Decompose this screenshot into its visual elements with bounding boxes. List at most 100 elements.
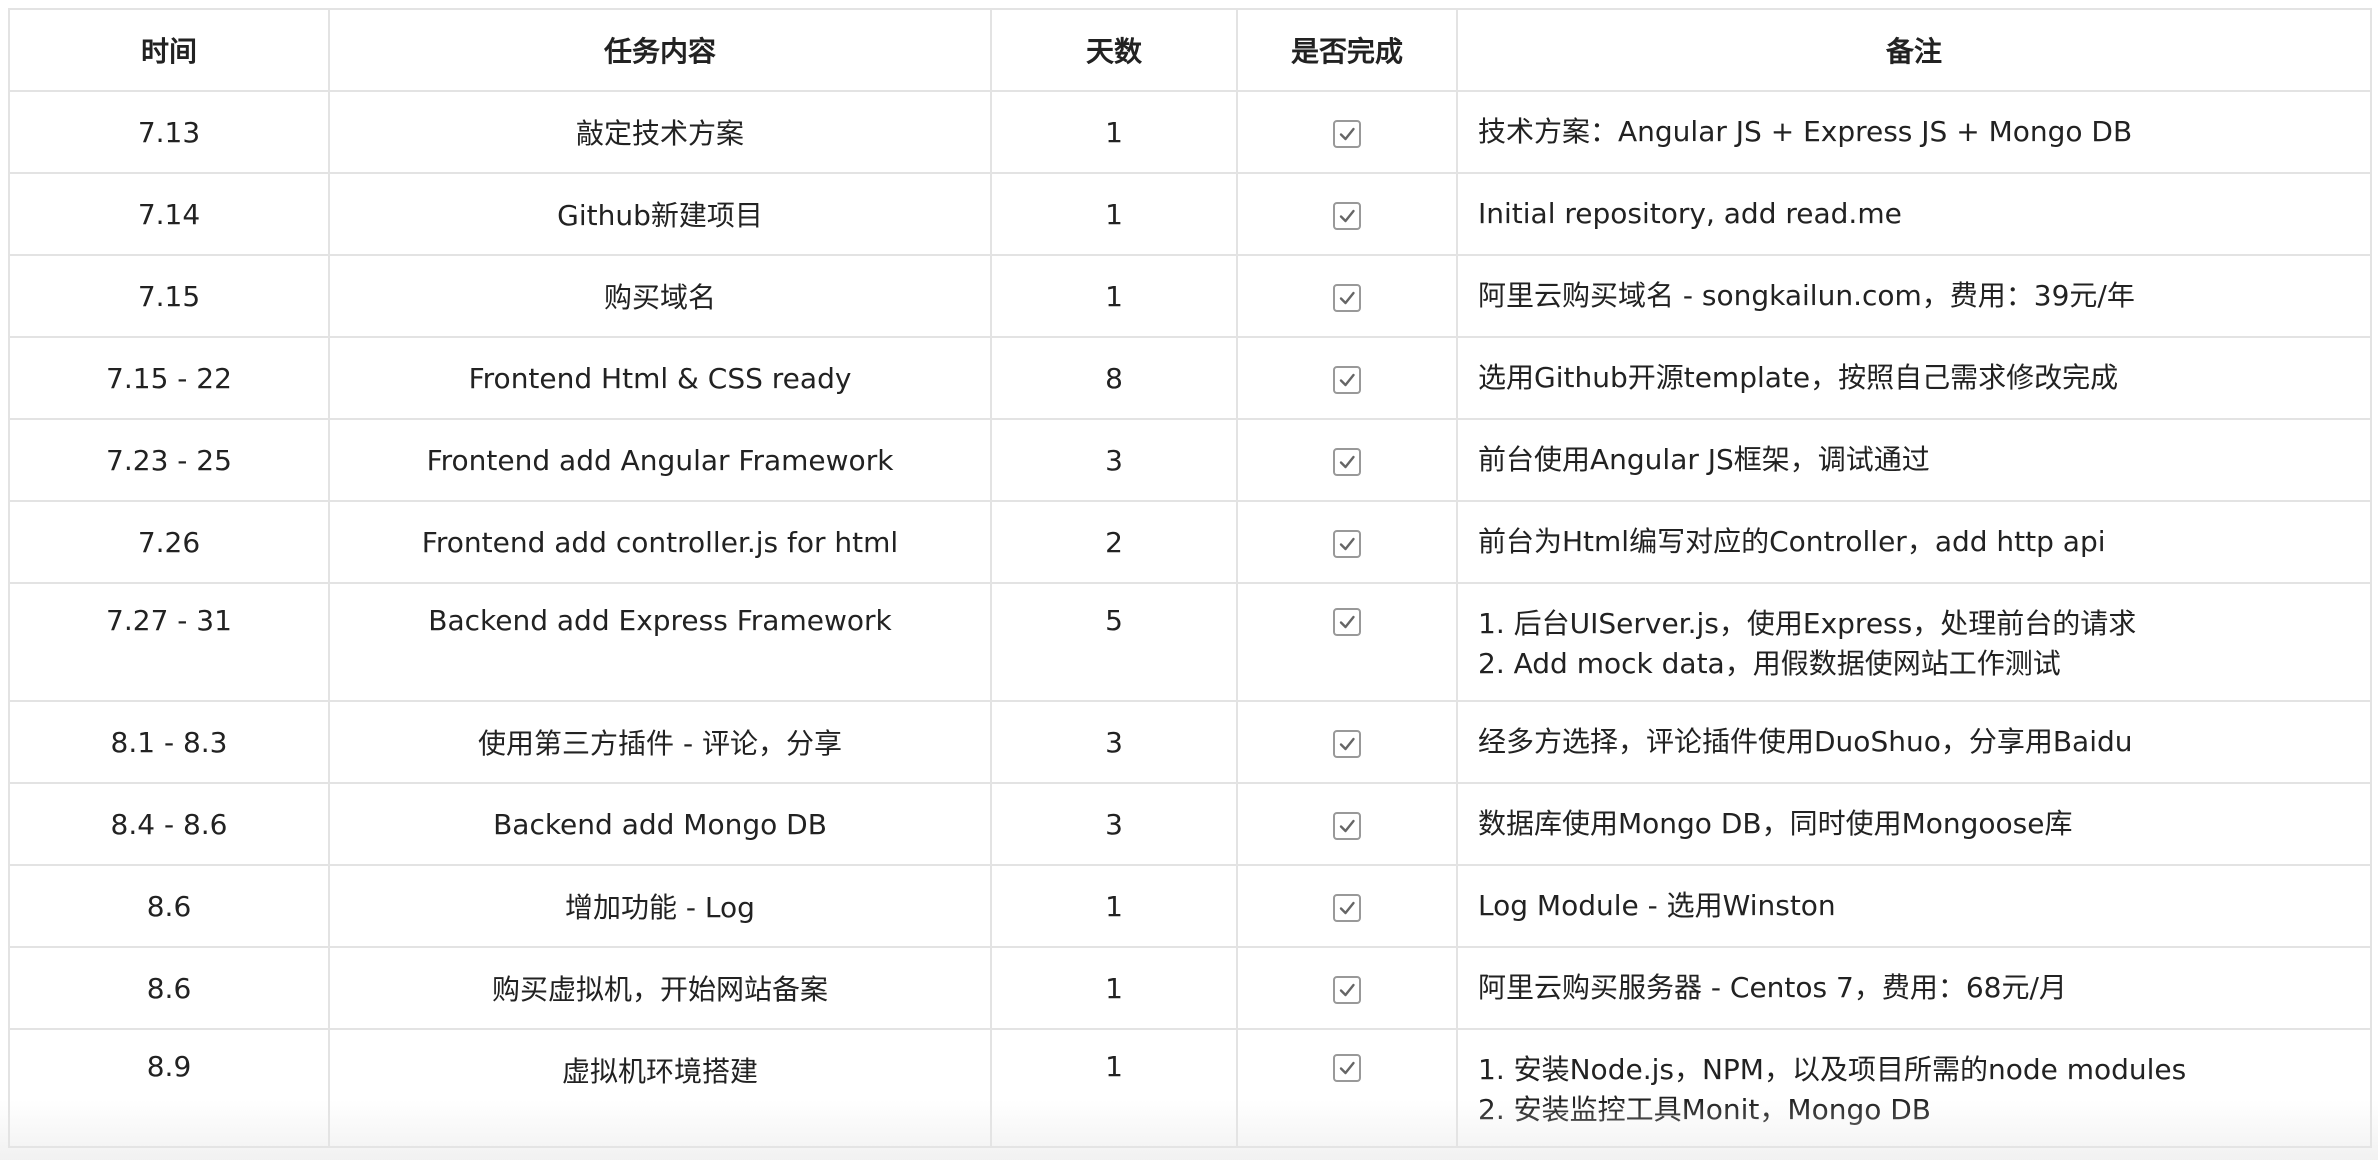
task-table-container: 时间 任务内容 天数 是否完成 备注 7.13 敲定技术方案 1 技术方案：Angul… <box>8 8 2372 1148</box>
cell-time: 7.26 <box>8 500 330 584</box>
cell-task: Frontend Html & CSS ready <box>328 336 992 420</box>
cell-days: 3 <box>990 418 1238 502</box>
cell-notes: 经多方选择，评论插件使用DuoShuo，分享用Baidu <box>1456 700 2372 784</box>
cell-days: 1 <box>990 946 1238 1030</box>
cell-task: 购买虚拟机，开始网站备案 <box>328 946 992 1030</box>
checkbox-checked-icon[interactable] <box>1333 283 1361 312</box>
table-row: 8.9 虚拟机环境搭建 1 1. 安装Node.js，NPM，以及项目所需的node … <box>8 1028 2372 1148</box>
checkbox-checked-icon[interactable] <box>1333 201 1361 230</box>
note-line: 数据库使用Mongo DB，同时使用Mongoose库 <box>1478 807 2073 840</box>
check-mark-icon <box>1339 983 1355 996</box>
checkbox-checked-icon[interactable] <box>1333 729 1361 758</box>
table-row: 8.1 - 8.3 使用第三方插件 - 评论，分享 3 经多方选择，评论插件使用Duo… <box>8 700 2372 784</box>
cell-days: 3 <box>990 782 1238 866</box>
cell-days: 1 <box>990 864 1238 948</box>
header-notes: 备注 <box>1456 8 2372 92</box>
check-mark-icon <box>1339 373 1355 386</box>
cell-task: 敲定技术方案 <box>328 90 992 174</box>
note-line: Initial repository, add read.me <box>1478 197 1902 230</box>
cell-done <box>1236 582 1458 702</box>
note-line: 前台为Html编写对应的Controller，add http api <box>1478 525 2106 558</box>
cell-done <box>1236 700 1458 784</box>
cell-days: 1 <box>990 1028 1238 1148</box>
cell-done <box>1236 782 1458 866</box>
table-row: 7.26 Frontend add controller.js for html 2… <box>8 500 2372 584</box>
cell-notes: Log Module - 选用Winston <box>1456 864 2372 948</box>
note-line: 2. Add mock data，用假数据使网站工作测试 <box>1478 647 2061 680</box>
header-task: 任务内容 <box>328 8 992 92</box>
checkbox-checked-icon[interactable] <box>1333 529 1361 558</box>
checkbox-checked-icon[interactable] <box>1333 975 1361 1004</box>
table-header-row: 时间 任务内容 天数 是否完成 备注 <box>8 8 2372 92</box>
note-line: Log Module - 选用Winston <box>1478 889 1836 922</box>
cell-time: 7.15 - 22 <box>8 336 330 420</box>
cell-days: 8 <box>990 336 1238 420</box>
cell-days: 1 <box>990 172 1238 256</box>
cell-done <box>1236 336 1458 420</box>
cell-task: Frontend add controller.js for html <box>328 500 992 584</box>
table-row: 7.13 敲定技术方案 1 技术方案：Angular JS + Express JS … <box>8 90 2372 174</box>
task-schedule-table: 时间 任务内容 天数 是否完成 备注 7.13 敲定技术方案 1 技术方案：Angul… <box>8 8 2372 1148</box>
note-line: 阿里云购买服务器 - Centos 7，费用：68元/月 <box>1478 971 2067 1004</box>
cell-notes: 技术方案：Angular JS + Express JS + Mongo DB <box>1456 90 2372 174</box>
cell-time: 7.15 <box>8 254 330 338</box>
note-line: 选用Github开源template，按照自己需求修改完成 <box>1478 361 2119 394</box>
header-time: 时间 <box>8 8 330 92</box>
table-row: 7.15 - 22 Frontend Html & CSS ready 8 选用Git… <box>8 336 2372 420</box>
checkbox-checked-icon[interactable] <box>1333 365 1361 394</box>
header-done: 是否完成 <box>1236 8 1458 92</box>
note-line: 阿里云购买域名 - songkailun.com，费用：39元/年 <box>1478 279 2135 312</box>
cell-days: 1 <box>990 254 1238 338</box>
check-mark-icon <box>1339 819 1355 832</box>
table-row: 7.15 购买域名 1 阿里云购买域名 - songkailun.com，费用：39元… <box>8 254 2372 338</box>
cell-notes: 前台使用Angular JS框架，调试通过 <box>1456 418 2372 502</box>
check-mark-icon <box>1339 737 1355 750</box>
cell-time: 8.6 <box>8 946 330 1030</box>
cell-task: 虚拟机环境搭建 <box>328 1028 992 1148</box>
note-line: 经多方选择，评论插件使用DuoShuo，分享用Baidu <box>1478 725 2133 758</box>
note-line: 1. 安装Node.js，NPM，以及项目所需的node modules <box>1478 1053 2187 1086</box>
cell-task: Frontend add Angular Framework <box>328 418 992 502</box>
cell-done <box>1236 500 1458 584</box>
cell-notes: 1. 安装Node.js，NPM，以及项目所需的node modules 2. 安… <box>1456 1028 2372 1148</box>
cell-task: Backend add Mongo DB <box>328 782 992 866</box>
cell-task: Backend add Express Framework <box>328 582 992 702</box>
checkbox-checked-icon[interactable] <box>1333 811 1361 840</box>
cell-done <box>1236 1028 1458 1148</box>
cell-time: 8.1 - 8.3 <box>8 700 330 784</box>
cell-done <box>1236 864 1458 948</box>
cell-days: 1 <box>990 90 1238 174</box>
checkbox-checked-icon[interactable] <box>1333 608 1361 636</box>
cell-time: 7.13 <box>8 90 330 174</box>
checkbox-checked-icon[interactable] <box>1333 1054 1361 1082</box>
cell-days: 2 <box>990 500 1238 584</box>
check-mark-icon <box>1339 615 1355 629</box>
cell-days: 5 <box>990 582 1238 702</box>
cell-task: 使用第三方插件 - 评论，分享 <box>328 700 992 784</box>
note-line: 2. 安装监控工具Monit，Mongo DB <box>1478 1093 1932 1126</box>
table-body: 7.13 敲定技术方案 1 技术方案：Angular JS + Express JS … <box>8 90 2372 1148</box>
cell-notes: 前台为Html编写对应的Controller，add http api <box>1456 500 2372 584</box>
cell-notes: 阿里云购买域名 - songkailun.com，费用：39元/年 <box>1456 254 2372 338</box>
check-mark-icon <box>1339 127 1355 140</box>
cell-days: 3 <box>990 700 1238 784</box>
cell-task: Github新建项目 <box>328 172 992 256</box>
cell-time: 7.23 - 25 <box>8 418 330 502</box>
cell-notes: Initial repository, add read.me <box>1456 172 2372 256</box>
checkbox-checked-icon[interactable] <box>1333 893 1361 922</box>
cell-done <box>1236 946 1458 1030</box>
table-row: 7.14 Github新建项目 1 Initial repository, add r… <box>8 172 2372 256</box>
check-mark-icon <box>1339 901 1355 914</box>
note-line: 技术方案：Angular JS + Express JS + Mongo DB <box>1478 115 2133 148</box>
cell-notes: 1. 后台UIServer.js，使用Express，处理前台的请求 2. Add… <box>1456 582 2372 702</box>
cell-done <box>1236 90 1458 174</box>
checkbox-checked-icon[interactable] <box>1333 119 1361 148</box>
table-row: 8.6 购买虚拟机，开始网站备案 1 阿里云购买服务器 - Centos 7，费用：6… <box>8 946 2372 1030</box>
check-mark-icon <box>1339 455 1355 468</box>
cell-time: 8.9 <box>8 1028 330 1148</box>
table-row: 8.6 增加功能 - Log 1 Log Module - 选用Winston <box>8 864 2372 948</box>
table-row: 8.4 - 8.6 Backend add Mongo DB 3 数据库使用Mongo… <box>8 782 2372 866</box>
cell-task: 增加功能 - Log <box>328 864 992 948</box>
cell-done <box>1236 172 1458 256</box>
checkbox-checked-icon[interactable] <box>1333 447 1361 476</box>
